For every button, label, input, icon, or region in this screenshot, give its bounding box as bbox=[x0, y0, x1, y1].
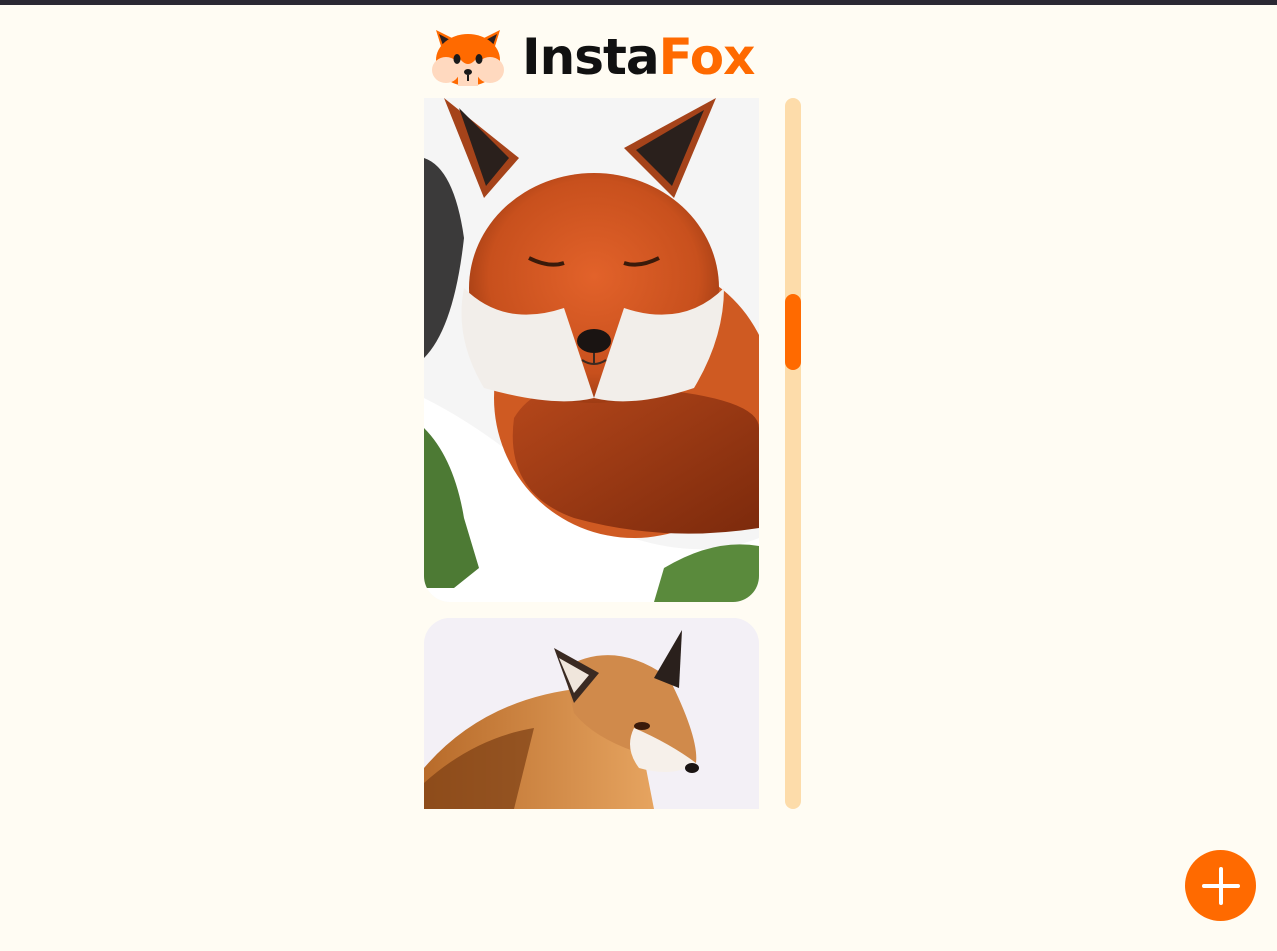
add-post-button[interactable] bbox=[1185, 850, 1256, 921]
photo-feed[interactable] bbox=[424, 98, 759, 809]
fox-photo-card[interactable] bbox=[424, 98, 759, 602]
app-title-part1: Insta bbox=[522, 28, 660, 86]
app-title-part2: Fox bbox=[658, 28, 756, 86]
fox-photo bbox=[424, 618, 759, 809]
fox-photo-card[interactable] bbox=[424, 618, 759, 809]
plus-icon bbox=[1201, 866, 1240, 905]
fox-head-icon bbox=[432, 30, 504, 86]
app-header: Insta Fox bbox=[430, 24, 756, 90]
fox-photo bbox=[424, 98, 759, 602]
top-strip bbox=[0, 0, 1277, 5]
feed-scrollbar[interactable] bbox=[785, 98, 801, 809]
feed-scrollbar-thumb[interactable] bbox=[785, 294, 801, 370]
app-title: Insta Fox bbox=[522, 28, 756, 86]
